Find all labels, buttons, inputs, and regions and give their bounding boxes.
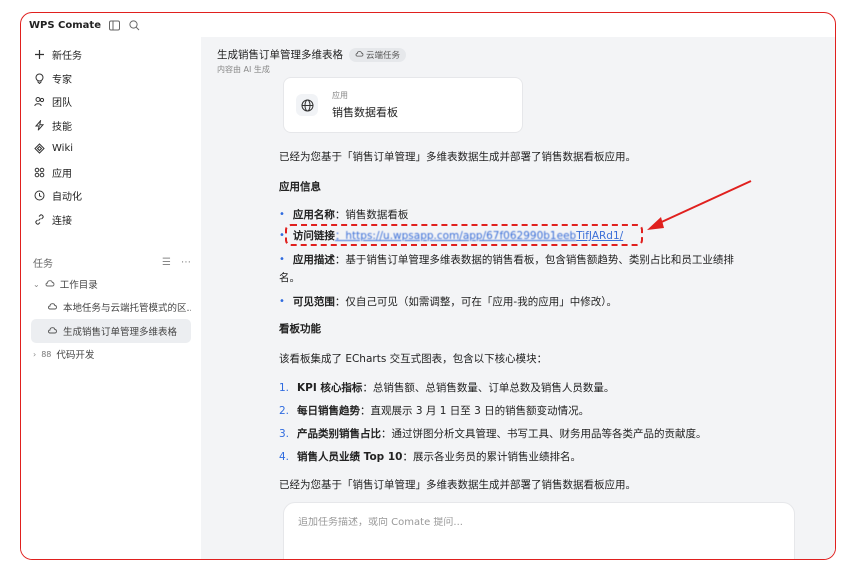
chat-input-box[interactable] bbox=[283, 502, 795, 559]
feature-item: 2. 每日销售趋势：直观展示 3 月 1 日至 3 日的销售额变动情况。 bbox=[279, 405, 590, 417]
info-item: • 应用名称：销售数据看板 bbox=[279, 209, 409, 221]
expert-icon bbox=[33, 72, 45, 84]
cloud-icon bbox=[47, 302, 58, 313]
info-wrap-text: 名。 bbox=[279, 272, 300, 284]
sidebar-toggle-icon[interactable] bbox=[109, 19, 121, 31]
nav-label: 应用 bbox=[52, 168, 72, 180]
feature-item: 1. KPI 核心指标：总销售额、总销售数量、订单总数及销售人员数量。 bbox=[279, 382, 615, 394]
link-annotation-box bbox=[285, 224, 643, 246]
app-window: WPS Comate 新任务 专家 团队 技能 Wiki 应用 自动化 连接 任… bbox=[20, 12, 836, 560]
nav-label: Wiki bbox=[52, 143, 74, 155]
nav-expert[interactable]: 专家 bbox=[31, 67, 191, 91]
tree-folder-label: 工作目录 bbox=[59, 280, 98, 291]
team-icon bbox=[33, 96, 45, 108]
nav-wiki[interactable]: Wiki bbox=[31, 137, 191, 161]
globe-icon bbox=[296, 94, 318, 116]
tree-task-label: 生成销售订单管理多维表格 bbox=[63, 327, 178, 338]
app-card-label: 应用 bbox=[332, 91, 348, 100]
feature-item: 3. 产品类别销售占比：通过饼图分析文具管理、书写工具、财务用品等各类产品的贡献… bbox=[279, 428, 707, 440]
plus-icon bbox=[33, 49, 45, 61]
nav-new-task[interactable]: 新任务 bbox=[31, 43, 191, 67]
skill-icon bbox=[33, 119, 45, 131]
tree-task-item[interactable]: 本地任务与云端托管模式的区... bbox=[31, 295, 191, 319]
tree-folder-label: 代码开发 bbox=[56, 350, 95, 361]
title-bar: WPS Comate bbox=[21, 13, 835, 37]
intro-text: 已经为您基于「销售订单管理」多维表数据生成并部署了销售数据看板应用。 bbox=[279, 151, 636, 163]
link-icon bbox=[33, 213, 45, 225]
sidebar: 新任务 专家 团队 技能 Wiki 应用 自动化 连接 任务 ☰ ⋯ ⌄ 工作目… bbox=[21, 37, 201, 559]
tasks-section-header: 任务 ☰ ⋯ bbox=[31, 251, 191, 273]
tree-folder-code[interactable]: › 88 代码开发 bbox=[31, 343, 191, 365]
nav-label: 技能 bbox=[52, 121, 72, 133]
nav-label: 自动化 bbox=[52, 192, 82, 204]
info-heading: 应用信息 bbox=[279, 181, 321, 193]
ai-generated-note: 内容由 AI 生成 bbox=[217, 65, 270, 74]
chevron-down-icon: ⌄ bbox=[33, 279, 40, 289]
nav-label: 团队 bbox=[52, 98, 72, 110]
feature-item: 4. 销售人员业绩 Top 10：展示各业务员的累计销售业绩排名。 bbox=[279, 451, 581, 463]
filter-icon[interactable]: ☰ bbox=[162, 257, 171, 268]
app-card-name: 销售数据看板 bbox=[332, 106, 398, 119]
cloud-icon bbox=[45, 279, 55, 290]
feature-intro: 该看板集成了 ECharts 交互式图表，包含以下核心模块： bbox=[279, 353, 548, 365]
tasks-label: 任务 bbox=[33, 258, 53, 270]
feature-heading: 看板功能 bbox=[279, 323, 321, 335]
nav-label: 连接 bbox=[52, 215, 72, 227]
cloud-task-badge: 云端任务 bbox=[349, 47, 407, 62]
chat-input[interactable] bbox=[298, 517, 780, 528]
chevron-right-icon: › bbox=[33, 349, 37, 359]
nav-label: 专家 bbox=[52, 74, 72, 86]
apps-icon bbox=[33, 166, 45, 178]
app-title: WPS Comate bbox=[29, 19, 101, 31]
more-icon[interactable]: ⋯ bbox=[181, 257, 191, 268]
outro-text: 已经为您基于「销售订单管理」多维表数据生成并部署了销售数据看板应用。 bbox=[279, 479, 636, 491]
clock-icon bbox=[33, 190, 45, 202]
search-icon[interactable] bbox=[129, 19, 141, 31]
cloud-icon bbox=[47, 326, 58, 337]
info-item: • 可见范围：仅自己可见（如需调整，可在「应用-我的应用」中修改）。 bbox=[279, 296, 617, 308]
tree-task-item-active[interactable]: 生成销售订单管理多维表格 bbox=[31, 319, 191, 343]
main-panel: 生成销售订单管理多维表格 云端任务 内容由 AI 生成 应用 销售数据看板 已经… bbox=[201, 37, 835, 559]
nav-team[interactable]: 团队 bbox=[31, 90, 191, 114]
annotation-arrow-icon bbox=[647, 180, 752, 230]
task-header: 生成销售订单管理多维表格 云端任务 内容由 AI 生成 bbox=[217, 47, 407, 75]
nav-apps[interactable]: 应用 bbox=[31, 161, 191, 185]
apps-icon: 88 bbox=[41, 349, 52, 359]
tree-task-label: 本地任务与云端托管模式的区... bbox=[63, 303, 191, 314]
nav-skill[interactable]: 技能 bbox=[31, 114, 191, 138]
nav-automation[interactable]: 自动化 bbox=[31, 184, 191, 208]
app-card[interactable]: 应用 销售数据看板 bbox=[283, 77, 523, 133]
nav-connect[interactable]: 连接 bbox=[31, 208, 191, 232]
task-title: 生成销售订单管理多维表格 bbox=[217, 49, 343, 61]
tree-folder-workdir[interactable]: ⌄ 工作目录 bbox=[31, 273, 191, 295]
info-item: • 应用描述：基于销售订单管理多维表数据的销售看板，包含销售额趋势、类别占比和员… bbox=[279, 254, 734, 266]
nav-label: 新任务 bbox=[52, 51, 82, 63]
wiki-icon bbox=[33, 143, 45, 155]
cloud-icon bbox=[355, 50, 364, 60]
